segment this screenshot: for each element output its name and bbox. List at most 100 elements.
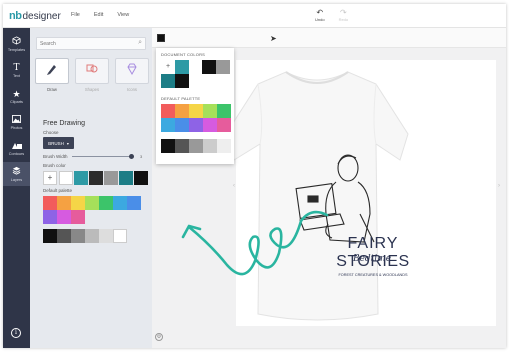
rail-label: Photos bbox=[10, 125, 23, 130]
brush-color-swatch[interactable] bbox=[89, 171, 103, 185]
palette-swatch[interactable] bbox=[161, 104, 175, 118]
palette-swatch[interactable] bbox=[217, 118, 231, 132]
tool-draw-box bbox=[35, 58, 69, 84]
undo-button[interactable]: ↶ Undo bbox=[315, 8, 325, 22]
search-input[interactable] bbox=[40, 40, 130, 48]
current-color-swatch[interactable] bbox=[157, 34, 165, 42]
rail-item-templates[interactable]: Templates bbox=[3, 32, 30, 56]
menu-bar: File Edit View bbox=[71, 12, 129, 18]
brush-select-label: BRUSH bbox=[48, 140, 64, 146]
marker-icon bbox=[45, 62, 59, 81]
gray-swatch[interactable] bbox=[113, 229, 127, 243]
gray-swatch[interactable] bbox=[175, 139, 189, 153]
tshirt-image[interactable] bbox=[224, 64, 410, 326]
design-fairy[interactable]: FAIRY bbox=[337, 235, 409, 253]
menu-view[interactable]: View bbox=[117, 12, 129, 18]
palette-swatch[interactable] bbox=[127, 196, 141, 210]
gray-swatch[interactable] bbox=[161, 139, 175, 153]
brush-color-swatch[interactable] bbox=[104, 171, 118, 185]
tool-draw[interactable]: Draw bbox=[35, 58, 69, 94]
left-rail: Templates T Text ★ Cliparts Photos Conto… bbox=[3, 28, 30, 348]
palette-swatch[interactable] bbox=[71, 210, 85, 224]
palette-swatch[interactable] bbox=[175, 104, 189, 118]
palette-swatch[interactable] bbox=[43, 210, 57, 224]
document-color-swatch[interactable] bbox=[161, 74, 175, 88]
palette-swatch[interactable] bbox=[203, 118, 217, 132]
palette-swatch[interactable] bbox=[113, 196, 127, 210]
tool-shapes-box bbox=[75, 58, 109, 84]
palette-swatch[interactable] bbox=[57, 210, 71, 224]
palette-swatch[interactable] bbox=[43, 196, 57, 210]
brush-color-swatch[interactable] bbox=[119, 171, 133, 185]
tool-label: Draw bbox=[47, 87, 57, 92]
document-colors-label: DOCUMENT COLORS bbox=[161, 52, 206, 57]
shapes-icon bbox=[11, 141, 22, 151]
tool-selector: Draw Shapes Icons bbox=[35, 58, 149, 94]
rail-item-layers[interactable]: Layers bbox=[3, 162, 30, 186]
text-icon: T bbox=[13, 62, 20, 73]
layers-icon bbox=[12, 166, 21, 177]
brush-color-swatch[interactable] bbox=[134, 171, 148, 185]
search-box: ⌕ bbox=[36, 37, 146, 50]
palette-swatch[interactable] bbox=[217, 104, 231, 118]
cube-icon bbox=[12, 36, 21, 47]
redo-button[interactable]: ↷ Redo bbox=[339, 8, 349, 22]
gray-swatch[interactable] bbox=[189, 139, 203, 153]
rail-item-contours[interactable]: Contours bbox=[3, 136, 30, 160]
rail-label: Layers bbox=[10, 178, 23, 182]
brush-color-swatch[interactable] bbox=[59, 171, 73, 185]
palette-swatch[interactable] bbox=[161, 118, 175, 132]
brush-width-track[interactable] bbox=[72, 156, 134, 157]
teal-arrow-drawing bbox=[181, 210, 329, 276]
logo-text: designer bbox=[22, 10, 61, 22]
document-color-swatch[interactable] bbox=[175, 60, 189, 74]
gray-swatch[interactable] bbox=[43, 229, 57, 243]
palette-swatch[interactable] bbox=[175, 118, 189, 132]
gray-swatch[interactable] bbox=[217, 139, 231, 153]
default-palette-label: DEFAULT PALETTE bbox=[161, 96, 201, 101]
document-color-swatch[interactable] bbox=[202, 60, 216, 74]
add-color-button[interactable]: + bbox=[43, 171, 57, 185]
shapes-icon bbox=[85, 62, 99, 81]
mouse-cursor-icon: ➤ bbox=[270, 34, 277, 43]
palette-swatch[interactable] bbox=[189, 104, 203, 118]
gray-swatch[interactable] bbox=[203, 139, 217, 153]
palette-swatch[interactable] bbox=[203, 104, 217, 118]
rail-item-cliparts[interactable]: ★ Cliparts bbox=[3, 84, 30, 108]
brush-select[interactable]: BRUSH ▾ bbox=[43, 137, 74, 149]
rail-label: Text bbox=[13, 73, 20, 78]
canvas-toolbar: ➤ bbox=[152, 28, 506, 48]
tool-label: Icons bbox=[126, 87, 137, 92]
palette-swatch[interactable] bbox=[57, 196, 71, 210]
design-subtitle[interactable]: FOREST CREATURES & WOODLANDS bbox=[328, 273, 418, 277]
tool-shapes[interactable]: Shapes bbox=[75, 58, 109, 94]
chevron-right-icon[interactable]: › bbox=[498, 183, 500, 189]
gray-swatch[interactable] bbox=[85, 229, 99, 243]
menu-file[interactable]: File bbox=[71, 12, 80, 18]
star-icon: ★ bbox=[12, 88, 21, 99]
document-color-swatch[interactable] bbox=[175, 74, 189, 88]
rail-label: Contours bbox=[8, 151, 25, 156]
search-icon[interactable]: ⌕ bbox=[138, 39, 142, 47]
menu-edit[interactable]: Edit bbox=[94, 12, 103, 18]
brush-width-thumb[interactable] bbox=[129, 154, 134, 159]
add-document-color-button[interactable]: + bbox=[161, 60, 175, 74]
info-icon[interactable]: i bbox=[11, 328, 21, 338]
palette-swatch[interactable] bbox=[71, 196, 85, 210]
settings-icon[interactable]: ⚙ bbox=[155, 333, 163, 341]
brush-color-label: Brush color bbox=[43, 163, 66, 168]
palette-swatch[interactable] bbox=[85, 196, 99, 210]
tool-icons[interactable]: Icons bbox=[115, 58, 149, 94]
gray-swatch[interactable] bbox=[99, 229, 113, 243]
photo-icon bbox=[12, 114, 21, 125]
design-stories[interactable]: STORIES bbox=[329, 253, 417, 271]
palette-swatch[interactable] bbox=[189, 118, 203, 132]
document-color-swatch[interactable] bbox=[216, 60, 230, 74]
palette-swatch[interactable] bbox=[99, 196, 113, 210]
brush-color-swatch[interactable] bbox=[74, 171, 88, 185]
choose-label: Choose bbox=[43, 130, 59, 135]
rail-item-photos[interactable]: Photos bbox=[3, 110, 30, 134]
gray-swatch[interactable] bbox=[71, 229, 85, 243]
gray-swatch[interactable] bbox=[57, 229, 71, 243]
rail-item-text[interactable]: T Text bbox=[3, 58, 30, 82]
